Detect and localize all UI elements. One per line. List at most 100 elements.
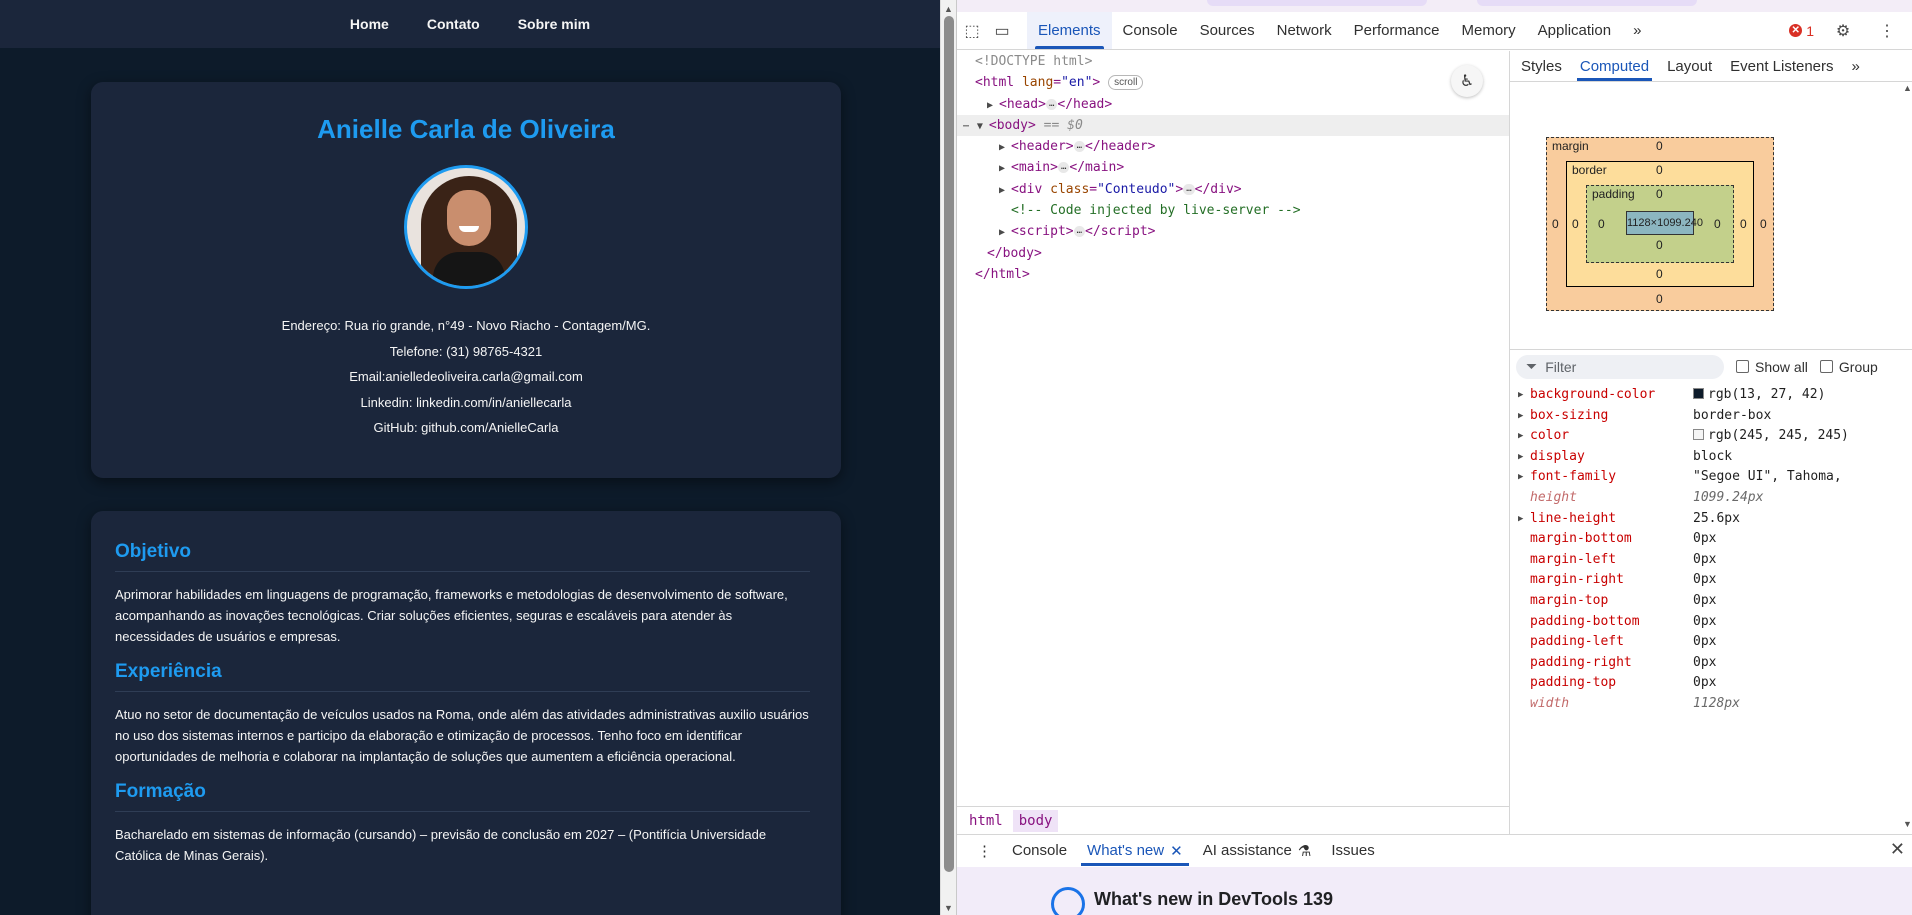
tab-sources[interactable]: Sources	[1189, 12, 1266, 49]
border-bottom-value[interactable]: 0	[1656, 267, 1663, 281]
breadcrumb-html[interactable]: html	[963, 810, 1009, 832]
expand-triangle-icon[interactable]: ▶	[1518, 447, 1523, 468]
more-tabs-icon[interactable]: »	[1622, 12, 1652, 49]
expand-triangle-icon[interactable]: ▶	[999, 158, 1011, 179]
tree-header[interactable]: ▶ <header>… </header>	[957, 136, 1509, 157]
tree-body-close[interactable]: </body>	[957, 243, 1509, 264]
box-model-diagram: 1128×1099.240 margin border padding 0 0 …	[1510, 83, 1912, 349]
tab-layout[interactable]: Layout	[1658, 51, 1721, 81]
computed-property-row[interactable]: height 1099.24px	[1510, 488, 1912, 509]
close-drawer-icon[interactable]: ✕	[1890, 839, 1905, 860]
tree-body-selected[interactable]: ⋯ ▼ <body> == $0	[957, 114, 1509, 137]
breadcrumb-body[interactable]: body	[1012, 809, 1059, 832]
tab-application[interactable]: Application	[1527, 12, 1622, 49]
computed-property-row[interactable]: ▶ font-family "Segoe UI", Tahoma,	[1510, 467, 1912, 488]
computed-property-row[interactable]: padding-bottom 0px	[1510, 612, 1912, 633]
box-model-content[interactable]: 1128×1099.240	[1626, 211, 1703, 235]
color-swatch-icon[interactable]	[1693, 429, 1704, 441]
margin-bottom-value[interactable]: 0	[1656, 292, 1663, 306]
scroll-down-arrow-icon[interactable]: ▼	[944, 903, 953, 913]
tab-styles[interactable]: Styles	[1512, 51, 1571, 81]
scroll-up-arrow-icon[interactable]: ▲	[1903, 83, 1912, 93]
tree-doctype[interactable]: <!DOCTYPE html>	[957, 51, 1509, 72]
inspect-element-icon[interactable]: ⬚	[957, 21, 987, 41]
tab-network[interactable]: Network	[1266, 12, 1343, 49]
computed-property-row[interactable]: margin-left 0px	[1510, 550, 1912, 571]
tab-computed[interactable]: Computed	[1571, 51, 1658, 81]
computed-property-row[interactable]: width 1128px	[1510, 694, 1912, 715]
padding-right-value[interactable]: 0	[1714, 217, 1721, 231]
tab-event-listeners[interactable]: Event Listeners	[1721, 51, 1842, 81]
tab-performance[interactable]: Performance	[1343, 12, 1451, 49]
nav-link-sobre-mim[interactable]: Sobre mim	[518, 16, 590, 32]
group-checkbox[interactable]: Group	[1819, 359, 1878, 375]
expand-triangle-icon[interactable]: ▶	[999, 180, 1011, 201]
device-toolbar-icon[interactable]: ▭	[987, 21, 1017, 41]
scroll-up-arrow-icon[interactable]: ▲	[944, 4, 953, 14]
error-counter[interactable]: ✕ 1	[1789, 23, 1814, 39]
show-all-checkbox[interactable]: Show all	[1736, 359, 1808, 375]
more-options-icon[interactable]: ⋮	[1872, 21, 1902, 41]
expand-triangle-icon[interactable]: ▶	[999, 137, 1011, 158]
computed-property-row[interactable]: padding-right 0px	[1510, 653, 1912, 674]
padding-left-value[interactable]: 0	[1598, 217, 1605, 231]
tree-html-open[interactable]: <html lang="en"> scroll	[957, 72, 1509, 93]
margin-left-value[interactable]: 0	[1552, 217, 1559, 231]
computed-property-row[interactable]: margin-bottom 0px	[1510, 529, 1912, 550]
close-tab-icon[interactable]: ✕	[1170, 842, 1183, 860]
checkbox-icon[interactable]	[1819, 360, 1833, 373]
tab-console[interactable]: Console	[1112, 12, 1189, 49]
nav-link-home[interactable]: Home	[350, 16, 389, 32]
tree-html-close[interactable]: </html>	[957, 264, 1509, 285]
scroll-down-arrow-icon[interactable]: ▼	[1903, 819, 1912, 829]
drawer-menu-icon[interactable]: ⋮	[967, 835, 1002, 866]
expand-triangle-icon[interactable]: ▶	[1518, 406, 1523, 427]
accessibility-tree-icon[interactable]: ♿	[1451, 65, 1483, 97]
expand-triangle-icon[interactable]: ▶	[1518, 426, 1523, 447]
nav-link-contato[interactable]: Contato	[427, 16, 480, 32]
margin-right-value[interactable]: 0	[1760, 217, 1767, 231]
scroll-badge[interactable]: scroll	[1108, 75, 1144, 91]
border-left-value[interactable]: 0	[1572, 217, 1579, 231]
computed-property-row[interactable]: ▶ color rgb(245, 245, 245)	[1510, 426, 1912, 447]
page-scrollbar[interactable]: ▲ ▼	[940, 0, 956, 915]
computed-filter-bar: ⏷ Filter Show all Group	[1510, 349, 1912, 383]
border-right-value[interactable]: 0	[1740, 217, 1747, 231]
tab-memory[interactable]: Memory	[1451, 12, 1527, 49]
tree-head[interactable]: ▶ <head>… </head>	[957, 94, 1509, 115]
checkbox-icon[interactable]	[1736, 360, 1749, 373]
drawer-tab-issues[interactable]: Issues	[1321, 835, 1384, 866]
tab-elements[interactable]: Elements	[1027, 12, 1112, 49]
padding-top-value[interactable]: 0	[1656, 187, 1663, 201]
expand-triangle-icon[interactable]: ▶	[1518, 509, 1523, 530]
tree-script[interactable]: ▶ <script>… </script>	[957, 221, 1509, 242]
expand-triangle-icon[interactable]: ▶	[987, 95, 999, 116]
computed-property-row[interactable]: margin-top 0px	[1510, 591, 1912, 612]
expand-triangle-icon[interactable]: ▶	[1518, 467, 1523, 488]
tree-comment[interactable]: <!-- Code injected by live-server -->	[957, 200, 1509, 221]
expand-triangle-icon[interactable]: ▶	[999, 222, 1011, 243]
computed-property-row[interactable]: margin-right 0px	[1510, 570, 1912, 591]
side-pane-tabs: Styles Computed Layout Event Listeners »	[1510, 51, 1912, 82]
border-top-value[interactable]: 0	[1656, 163, 1663, 177]
margin-top-value[interactable]: 0	[1656, 139, 1663, 153]
computed-property-row[interactable]: padding-left 0px	[1510, 632, 1912, 653]
computed-property-row[interactable]: padding-top 0px	[1510, 673, 1912, 694]
collapse-triangle-icon[interactable]: ▼	[977, 116, 989, 137]
color-swatch-icon[interactable]	[1693, 388, 1704, 399]
filter-input[interactable]: ⏷ Filter	[1516, 354, 1724, 379]
computed-property-row[interactable]: ▶ background-color rgb(13, 27, 42)	[1510, 385, 1912, 406]
padding-bottom-value[interactable]: 0	[1656, 238, 1663, 252]
expand-triangle-icon[interactable]: ▶	[1518, 385, 1523, 406]
drawer-tab-ai-assistance[interactable]: AI assistance ⚗	[1193, 835, 1322, 866]
settings-gear-icon[interactable]: ⚙	[1828, 21, 1858, 41]
computed-property-row[interactable]: ▶ box-sizing border-box	[1510, 406, 1912, 427]
tree-div-conteudo[interactable]: ▶ <div class="Conteudo">… </div>	[957, 179, 1509, 200]
more-side-tabs-icon[interactable]: »	[1843, 51, 1869, 81]
scrollbar-thumb[interactable]	[944, 16, 954, 872]
computed-property-row[interactable]: ▶ display block	[1510, 447, 1912, 468]
tree-main[interactable]: ▶ <main>… </main>	[957, 157, 1509, 178]
drawer-tab-whats-new[interactable]: What's new ✕	[1077, 835, 1193, 866]
drawer-tab-console[interactable]: Console	[1002, 835, 1077, 866]
computed-property-row[interactable]: ▶ line-height 25.6px	[1510, 509, 1912, 530]
